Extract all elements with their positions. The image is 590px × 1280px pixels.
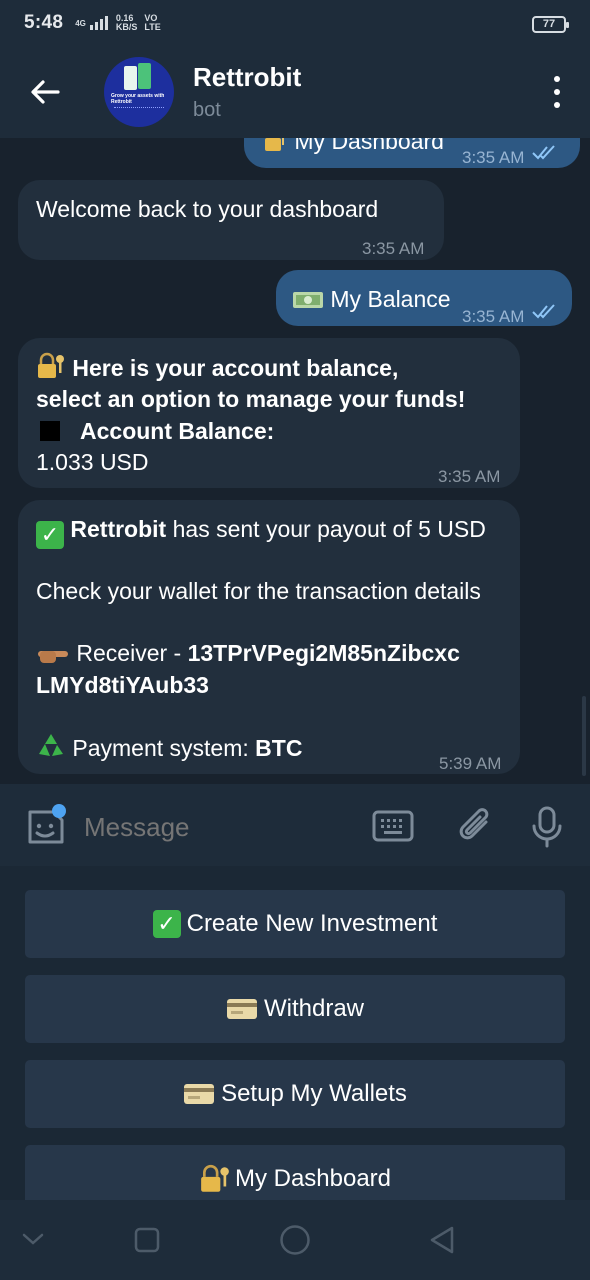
message-outgoing[interactable]: My Dashboard 3:35 AM — [244, 138, 580, 168]
check-mark-icon: ✓ — [36, 521, 64, 549]
back-triangle-icon[interactable] — [428, 1225, 456, 1255]
recycle-icon — [39, 734, 63, 756]
check-wallet-text: Check your wallet for the transaction de… — [36, 578, 481, 604]
double-check-icon — [532, 304, 555, 319]
home-circle-icon[interactable] — [279, 1224, 311, 1256]
lock-key-icon — [38, 352, 64, 378]
check-mark-icon: ✓ — [152, 910, 181, 938]
attach-paperclip-icon[interactable] — [452, 806, 492, 848]
avatar-text: Grow your assets with Rettrobit — [111, 93, 165, 105]
system-navigation-bar — [0, 1200, 590, 1280]
button-label: Setup My Wallets — [221, 1080, 407, 1107]
payment-system-label: Payment system: — [72, 735, 256, 761]
credit-card-icon — [184, 1084, 215, 1104]
payment-system-value: BTC — [255, 735, 303, 761]
message-incoming[interactable]: ✓ Rettrobit has sent your payout of 5 US… — [18, 500, 520, 774]
pointing-hand-icon — [38, 651, 68, 663]
dot-icon — [554, 76, 560, 82]
message-outgoing[interactable]: My Balance 3:35 AM — [276, 270, 572, 326]
withdraw-button[interactable]: Withdraw — [25, 975, 565, 1043]
setup-wallets-button[interactable]: Setup My Wallets — [25, 1060, 565, 1128]
chat-header: Grow your assets with Rettrobit Rettrobi… — [0, 46, 590, 138]
button-label: Withdraw — [263, 995, 365, 1022]
receiver-address-cont: LMYd8tiYAub33 — [36, 672, 209, 698]
dot-icon — [554, 89, 560, 95]
lock-key-icon — [265, 138, 284, 151]
status-bar: 5:48 4G 0.16 KB/S VO LTE 77 — [0, 0, 590, 46]
message-text: My Balance — [330, 286, 451, 312]
keyboard-icon[interactable] — [372, 810, 414, 842]
double-check-icon — [532, 145, 555, 160]
message-text: Welcome back to your dashboard — [36, 196, 379, 222]
dot-icon — [554, 102, 560, 108]
battery-icon: 77 — [532, 16, 569, 33]
back-button[interactable] — [0, 46, 90, 138]
message-incoming[interactable]: Welcome back to your dashboard 3:35 AM — [18, 180, 444, 260]
message-text: My Dashboard — [294, 138, 444, 154]
status-time: 5:48 — [24, 12, 64, 33]
create-investment-button[interactable]: ✓ Create New Investment — [25, 890, 565, 958]
chat-title-block[interactable]: Rettrobit bot — [193, 62, 301, 122]
receiver-address: 13TPrVPegi2M85nZibcxc — [187, 640, 460, 666]
balance-value: 1.033 USD — [36, 449, 149, 475]
message-time: 3:35 AM — [438, 467, 501, 486]
message-time: 3:35 AM — [362, 239, 425, 258]
bot-avatar[interactable]: Grow your assets with Rettrobit — [104, 57, 174, 127]
recents-square-icon[interactable] — [134, 1227, 160, 1253]
black-square-icon — [40, 421, 60, 441]
button-label: My Dashboard — [234, 1165, 392, 1192]
scrollbar[interactable] — [582, 696, 586, 776]
net-speed-unit: KB/S — [115, 22, 138, 32]
chevron-down-icon[interactable] — [22, 1232, 44, 1246]
message-input[interactable] — [84, 810, 344, 844]
credit-card-icon — [226, 999, 257, 1019]
notification-dot — [52, 804, 66, 818]
balance-line-2: select an option to manage your funds! — [36, 386, 466, 412]
money-icon — [293, 292, 323, 308]
bot-keyboard: ✓ Create New Investment Withdraw Setup M… — [0, 866, 590, 1213]
chat-title: Rettrobit — [193, 62, 302, 92]
sender-name: Rettrobit — [70, 516, 167, 542]
balance-line-1: Here is your account balance, — [72, 355, 399, 381]
microphone-icon[interactable] — [530, 806, 564, 848]
payout-text: has sent your payout of 5 USD — [172, 516, 486, 542]
signal-type: 4G — [75, 18, 86, 28]
message-time: 5:39 AM — [439, 754, 502, 773]
message-time: 3:35 AM — [462, 307, 525, 326]
balance-label: Account Balance: — [80, 418, 275, 444]
message-input-bar — [0, 784, 590, 866]
button-label: Create New Investment — [186, 910, 438, 937]
chat-subtitle: bot — [193, 99, 221, 121]
receiver-label: Receiver - — [76, 640, 188, 666]
lte-label: LTE — [144, 22, 161, 32]
message-incoming[interactable]: Here is your account balance, select an … — [18, 338, 520, 488]
lock-key-icon — [201, 1164, 229, 1192]
message-list[interactable]: My Dashboard 3:35 AM Welcome back to you… — [0, 138, 590, 784]
network-indicator: 4G 0.16 KB/S VO LTE — [75, 14, 161, 32]
more-menu-button[interactable] — [552, 76, 562, 108]
signal-bars-icon — [89, 16, 108, 30]
arrow-left-icon — [31, 80, 60, 104]
message-time: 3:35 AM — [462, 148, 525, 167]
